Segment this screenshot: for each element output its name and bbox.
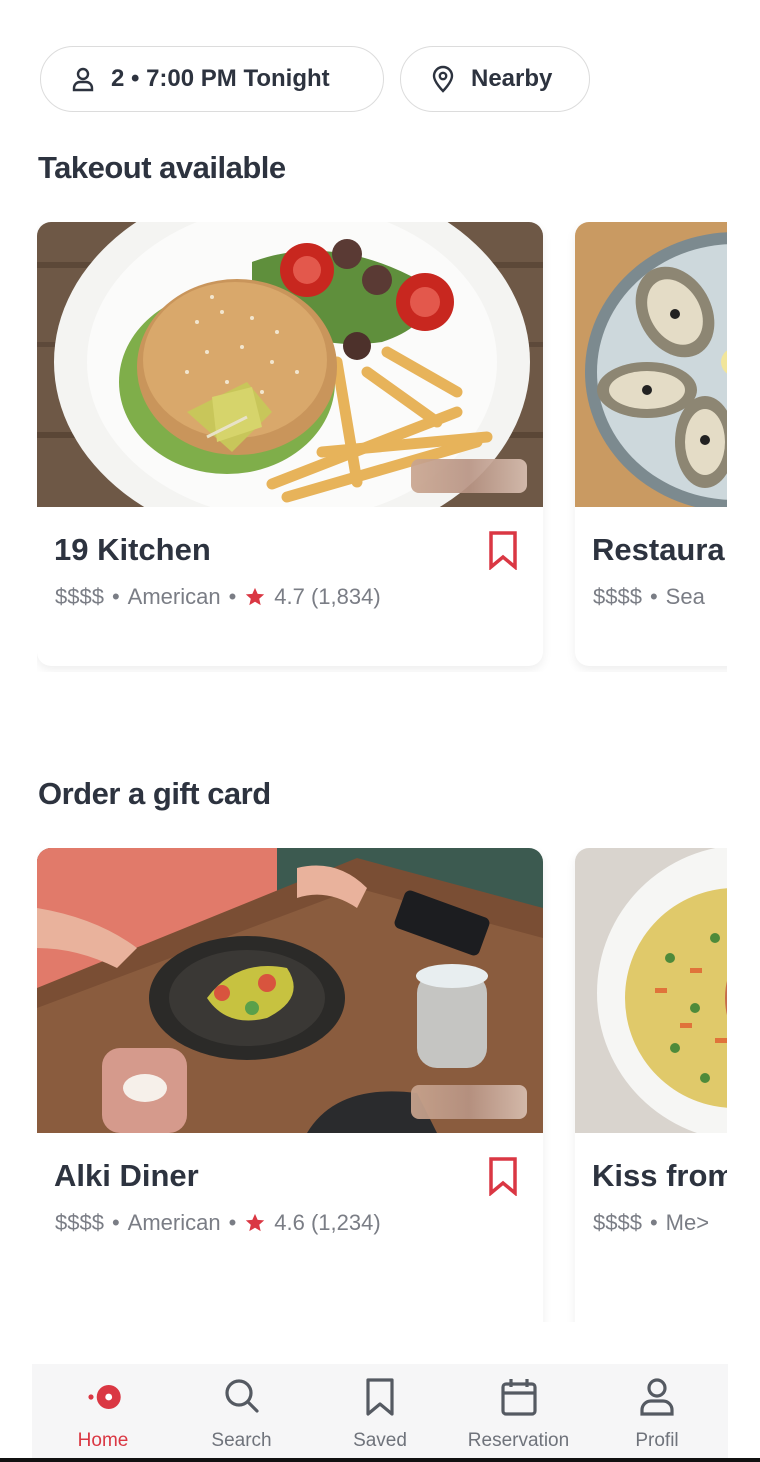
user-icon [640,1378,674,1416]
section-title-takeout: Takeout available [38,150,286,185]
bookmark-icon[interactable] [487,1156,519,1196]
nav-label-saved: Saved [353,1430,407,1451]
filter-row: 2 • 7:00 PM Tonight Nearby [40,46,590,112]
home-indicator-bar [0,1458,760,1462]
star-icon [246,1213,265,1232]
gift-card-carousel[interactable]: Alki Diner $$$$ • American • 4.6 (1,234) [37,848,727,1322]
separator-dot: • [111,584,120,609]
price-range: $$$$ [593,584,642,609]
nav-label-profile: Profil [635,1430,679,1451]
home-icon [88,1385,121,1409]
restaurant-photo [37,222,543,507]
bottom-navigation: Home Search Saved Reservation Profil [32,1364,728,1462]
party-size-time-label: 2 • 7:00 PM Tonight [111,65,330,92]
restaurant-photo [575,222,727,507]
separator-dot: • [228,584,237,609]
restaurant-name: Restaura [592,532,725,567]
nav-item-reservation[interactable]: Reservation [454,1364,584,1452]
restaurant-card[interactable]: Restaura $$$$ • Sea [575,222,727,666]
restaurant-meta: $$$$ • American • 4.6 (1,234) [55,1210,381,1236]
restaurant-name: Kiss from [592,1158,727,1193]
section-title-gift-card: Order a gift card [38,776,271,811]
restaurant-meta: $$$$ • American • 4.7 (1,834) [55,584,381,610]
promo-tag [411,459,527,493]
rating: 4.6 (1,234) [274,1210,381,1235]
rating: 4.7 (1,834) [274,584,381,609]
cuisine: American [127,1210,221,1235]
nav-label-home: Home [77,1430,129,1451]
nav-item-profile[interactable]: Profil [592,1364,722,1452]
cuisine: American [127,584,221,609]
nav-label-reservation: Reservation [467,1430,570,1451]
location-button[interactable]: Nearby [400,46,590,112]
cuisine: Me> [665,1210,710,1235]
bookmark-icon[interactable] [487,530,519,570]
price-range: $$$$ [55,584,104,609]
separator-dot: • [111,1210,120,1235]
user-icon [72,67,94,92]
nav-item-home[interactable]: Home [38,1364,168,1452]
separator-dot: • [649,584,658,609]
separator-dot: • [228,1210,237,1235]
restaurant-photo [37,848,543,1133]
rice-plate-image [575,848,727,1133]
restaurant-card[interactable]: 19 Kitchen $$$$ • American • 4.7 (1,834) [37,222,543,666]
restaurant-name: Alki Diner [54,1158,199,1193]
oysters-tray-image [575,222,727,507]
restaurant-card[interactable]: Kiss from $$$$ • Me> [575,848,727,1322]
restaurant-name: 19 Kitchen [54,532,211,567]
restaurant-meta: $$$$ • Sea [593,584,705,610]
calendar-icon [500,1379,537,1416]
promo-tag [411,1085,527,1119]
location-label: Nearby [471,65,553,92]
bookmark-icon [366,1378,394,1416]
restaurant-photo [575,848,727,1133]
restaurant-meta: $$$$ • Me> [593,1210,709,1236]
cuisine: Sea [665,584,705,609]
nav-item-saved[interactable]: Saved [315,1364,445,1452]
separator-dot: • [649,1210,658,1235]
location-pin-icon [432,65,454,93]
takeout-carousel[interactable]: 19 Kitchen $$$$ • American • 4.7 (1,834) [37,222,727,672]
search-icon [224,1379,259,1413]
price-range: $$$$ [593,1210,642,1235]
party-size-time-button[interactable]: 2 • 7:00 PM Tonight [40,46,384,112]
nav-item-search[interactable]: Search [177,1364,307,1452]
star-icon [246,587,265,606]
restaurant-card[interactable]: Alki Diner $$$$ • American • 4.6 (1,234) [37,848,543,1322]
nav-label-search: Search [211,1430,272,1451]
price-range: $$$$ [55,1210,104,1235]
